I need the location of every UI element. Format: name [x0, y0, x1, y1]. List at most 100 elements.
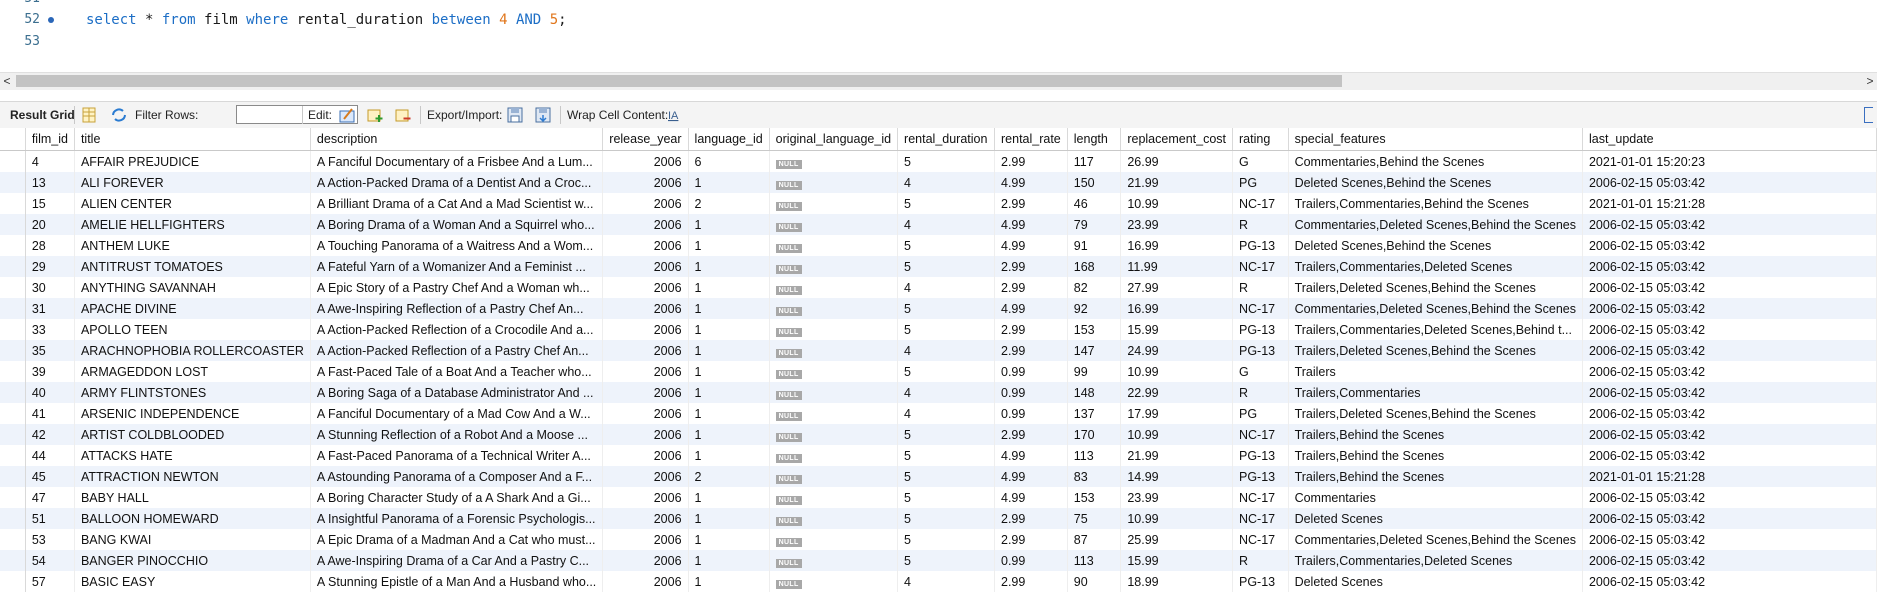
- cell-language-id[interactable]: 1: [688, 550, 770, 571]
- cell-replacement-cost[interactable]: 17.99: [1120, 403, 1233, 424]
- cell-title[interactable]: ANTHEM LUKE: [74, 235, 311, 256]
- cell-last-update[interactable]: 2006-02-15 05:03:42: [1582, 340, 1877, 361]
- cell-film-id[interactable]: 40: [25, 382, 75, 403]
- cell-length[interactable]: 92: [1067, 298, 1122, 319]
- cell-film-id[interactable]: 41: [25, 403, 75, 424]
- wrap-cell-icon[interactable]: IA: [666, 106, 684, 124]
- cell-film-id[interactable]: 39: [25, 361, 75, 382]
- cell-film-id[interactable]: 15: [25, 193, 75, 214]
- row-selector[interactable]: [0, 319, 26, 340]
- table-row[interactable]: 57 BASIC EASY A Stunning Epistle of a Man …: [0, 571, 1877, 592]
- cell-last-update[interactable]: 2006-02-15 05:03:42: [1582, 172, 1877, 193]
- cell-title[interactable]: BASIC EASY: [74, 571, 311, 592]
- cell-rental-duration[interactable]: 4: [897, 172, 995, 193]
- cell-language-id[interactable]: 1: [688, 424, 770, 445]
- cell-rental-rate[interactable]: 0.99: [994, 550, 1068, 571]
- table-row[interactable]: 31 APACHE DIVINE A Awe-Inspiring Reflectio…: [0, 298, 1877, 319]
- cell-length[interactable]: 147: [1067, 340, 1122, 361]
- cell-special-features[interactable]: Commentaries: [1288, 487, 1583, 508]
- cell-original-language-id[interactable]: NULL: [769, 277, 899, 298]
- cell-original-language-id[interactable]: NULL: [769, 235, 899, 256]
- cell-film-id[interactable]: 51: [25, 508, 75, 529]
- cell-description[interactable]: A Action-Packed Reflection of a Crocodil…: [310, 319, 604, 340]
- cell-title[interactable]: ANYTHING SAVANNAH: [74, 277, 311, 298]
- cell-film-id[interactable]: 54: [25, 550, 75, 571]
- cell-original-language-id[interactable]: NULL: [769, 319, 899, 340]
- cell-last-update[interactable]: 2006-02-15 05:03:42: [1582, 487, 1877, 508]
- cell-rating[interactable]: PG-13: [1232, 235, 1289, 256]
- cell-language-id[interactable]: 1: [688, 382, 770, 403]
- cell-replacement-cost[interactable]: 22.99: [1120, 382, 1233, 403]
- cell-last-update[interactable]: 2006-02-15 05:03:42: [1582, 571, 1877, 592]
- cell-special-features[interactable]: Trailers,Commentaries: [1288, 382, 1583, 403]
- row-selector[interactable]: [0, 172, 26, 193]
- cell-rental-duration[interactable]: 4: [897, 277, 995, 298]
- cell-release-year[interactable]: 2006: [602, 172, 689, 193]
- table-row[interactable]: 47 BABY HALL A Boring Character Study of a…: [0, 487, 1877, 508]
- table-row[interactable]: 15 ALIEN CENTER A Brilliant Drama of a Cat…: [0, 193, 1877, 214]
- cell-rating[interactable]: R: [1232, 382, 1289, 403]
- row-selector[interactable]: [0, 150, 26, 172]
- table-row[interactable]: 13 ALI FOREVER A Action-Packed Drama of a …: [0, 172, 1877, 193]
- cell-description[interactable]: A Astounding Panorama of a Composer And …: [310, 466, 604, 487]
- cell-length[interactable]: 79: [1067, 214, 1122, 235]
- cell-rating[interactable]: PG-13: [1232, 445, 1289, 466]
- cell-release-year[interactable]: 2006: [602, 424, 689, 445]
- cell-film-id[interactable]: 4: [25, 150, 75, 172]
- cell-length[interactable]: 83: [1067, 466, 1122, 487]
- cell-special-features[interactable]: Trailers,Commentaries,Deleted Scenes: [1288, 256, 1583, 277]
- cell-rental-duration[interactable]: 4: [897, 214, 995, 235]
- row-selector[interactable]: [0, 235, 26, 256]
- cell-replacement-cost[interactable]: 18.99: [1120, 571, 1233, 592]
- column-header-language-id[interactable]: language_id: [688, 128, 770, 151]
- cell-original-language-id[interactable]: NULL: [769, 172, 899, 193]
- cell-film-id[interactable]: 35: [25, 340, 75, 361]
- cell-title[interactable]: BANG KWAI: [74, 529, 311, 550]
- row-selector[interactable]: [0, 340, 26, 361]
- cell-last-update[interactable]: 2006-02-15 05:03:42: [1582, 508, 1877, 529]
- cell-description[interactable]: A Boring Drama of a Woman And a Squirrel…: [310, 214, 604, 235]
- column-header-length[interactable]: length: [1067, 128, 1122, 151]
- cell-original-language-id[interactable]: NULL: [769, 571, 899, 592]
- cell-title[interactable]: AMELIE HELLFIGHTERS: [74, 214, 311, 235]
- cell-release-year[interactable]: 2006: [602, 508, 689, 529]
- sql-statement[interactable]: select * from film where rental_duration…: [86, 9, 567, 31]
- cell-title[interactable]: APOLLO TEEN: [74, 319, 311, 340]
- cell-rental-rate[interactable]: 4.99: [994, 466, 1068, 487]
- cell-rental-rate[interactable]: 0.99: [994, 382, 1068, 403]
- cell-title[interactable]: ATTACKS HATE: [74, 445, 311, 466]
- cell-replacement-cost[interactable]: 14.99: [1120, 466, 1233, 487]
- cell-description[interactable]: A Awe-Inspiring Drama of a Car And a Pas…: [310, 550, 604, 571]
- cell-replacement-cost[interactable]: 15.99: [1120, 550, 1233, 571]
- cell-release-year[interactable]: 2006: [602, 319, 689, 340]
- cell-film-id[interactable]: 53: [25, 529, 75, 550]
- row-selector[interactable]: [0, 277, 26, 298]
- cell-replacement-cost[interactable]: 15.99: [1120, 319, 1233, 340]
- table-row[interactable]: 41 ARSENIC INDEPENDENCE A Fanciful Documen…: [0, 403, 1877, 424]
- cell-language-id[interactable]: 1: [688, 277, 770, 298]
- scroll-left-arrow[interactable]: <: [0, 73, 14, 90]
- cell-description[interactable]: A Boring Saga of a Database Administrato…: [310, 382, 604, 403]
- cell-rating[interactable]: NC-17: [1232, 193, 1289, 214]
- cell-rental-rate[interactable]: 4.99: [994, 445, 1068, 466]
- cell-rental-rate[interactable]: 2.99: [994, 529, 1068, 550]
- cell-title[interactable]: BANGER PINOCCHIO: [74, 550, 311, 571]
- cell-original-language-id[interactable]: NULL: [769, 361, 899, 382]
- cell-special-features[interactable]: Trailers,Deleted Scenes,Behind the Scene…: [1288, 403, 1583, 424]
- table-row[interactable]: 42 ARTIST COLDBLOODED A Stunning Reflectio…: [0, 424, 1877, 445]
- row-selector[interactable]: [0, 529, 26, 550]
- row-selector[interactable]: [0, 193, 26, 214]
- cell-title[interactable]: ALI FOREVER: [74, 172, 311, 193]
- cell-last-update[interactable]: 2006-02-15 05:03:42: [1582, 445, 1877, 466]
- cell-release-year[interactable]: 2006: [602, 214, 689, 235]
- cell-film-id[interactable]: 57: [25, 571, 75, 592]
- cell-replacement-cost[interactable]: 11.99: [1120, 256, 1233, 277]
- cell-replacement-cost[interactable]: 24.99: [1120, 340, 1233, 361]
- cell-film-id[interactable]: 20: [25, 214, 75, 235]
- cell-title[interactable]: ARACHNOPHOBIA ROLLERCOASTER: [74, 340, 311, 361]
- cell-length[interactable]: 153: [1067, 487, 1122, 508]
- cell-special-features[interactable]: Trailers,Behind the Scenes: [1288, 466, 1583, 487]
- cell-language-id[interactable]: 1: [688, 571, 770, 592]
- cell-special-features[interactable]: Commentaries,Deleted Scenes,Behind the S…: [1288, 214, 1583, 235]
- import-icon[interactable]: [534, 106, 552, 124]
